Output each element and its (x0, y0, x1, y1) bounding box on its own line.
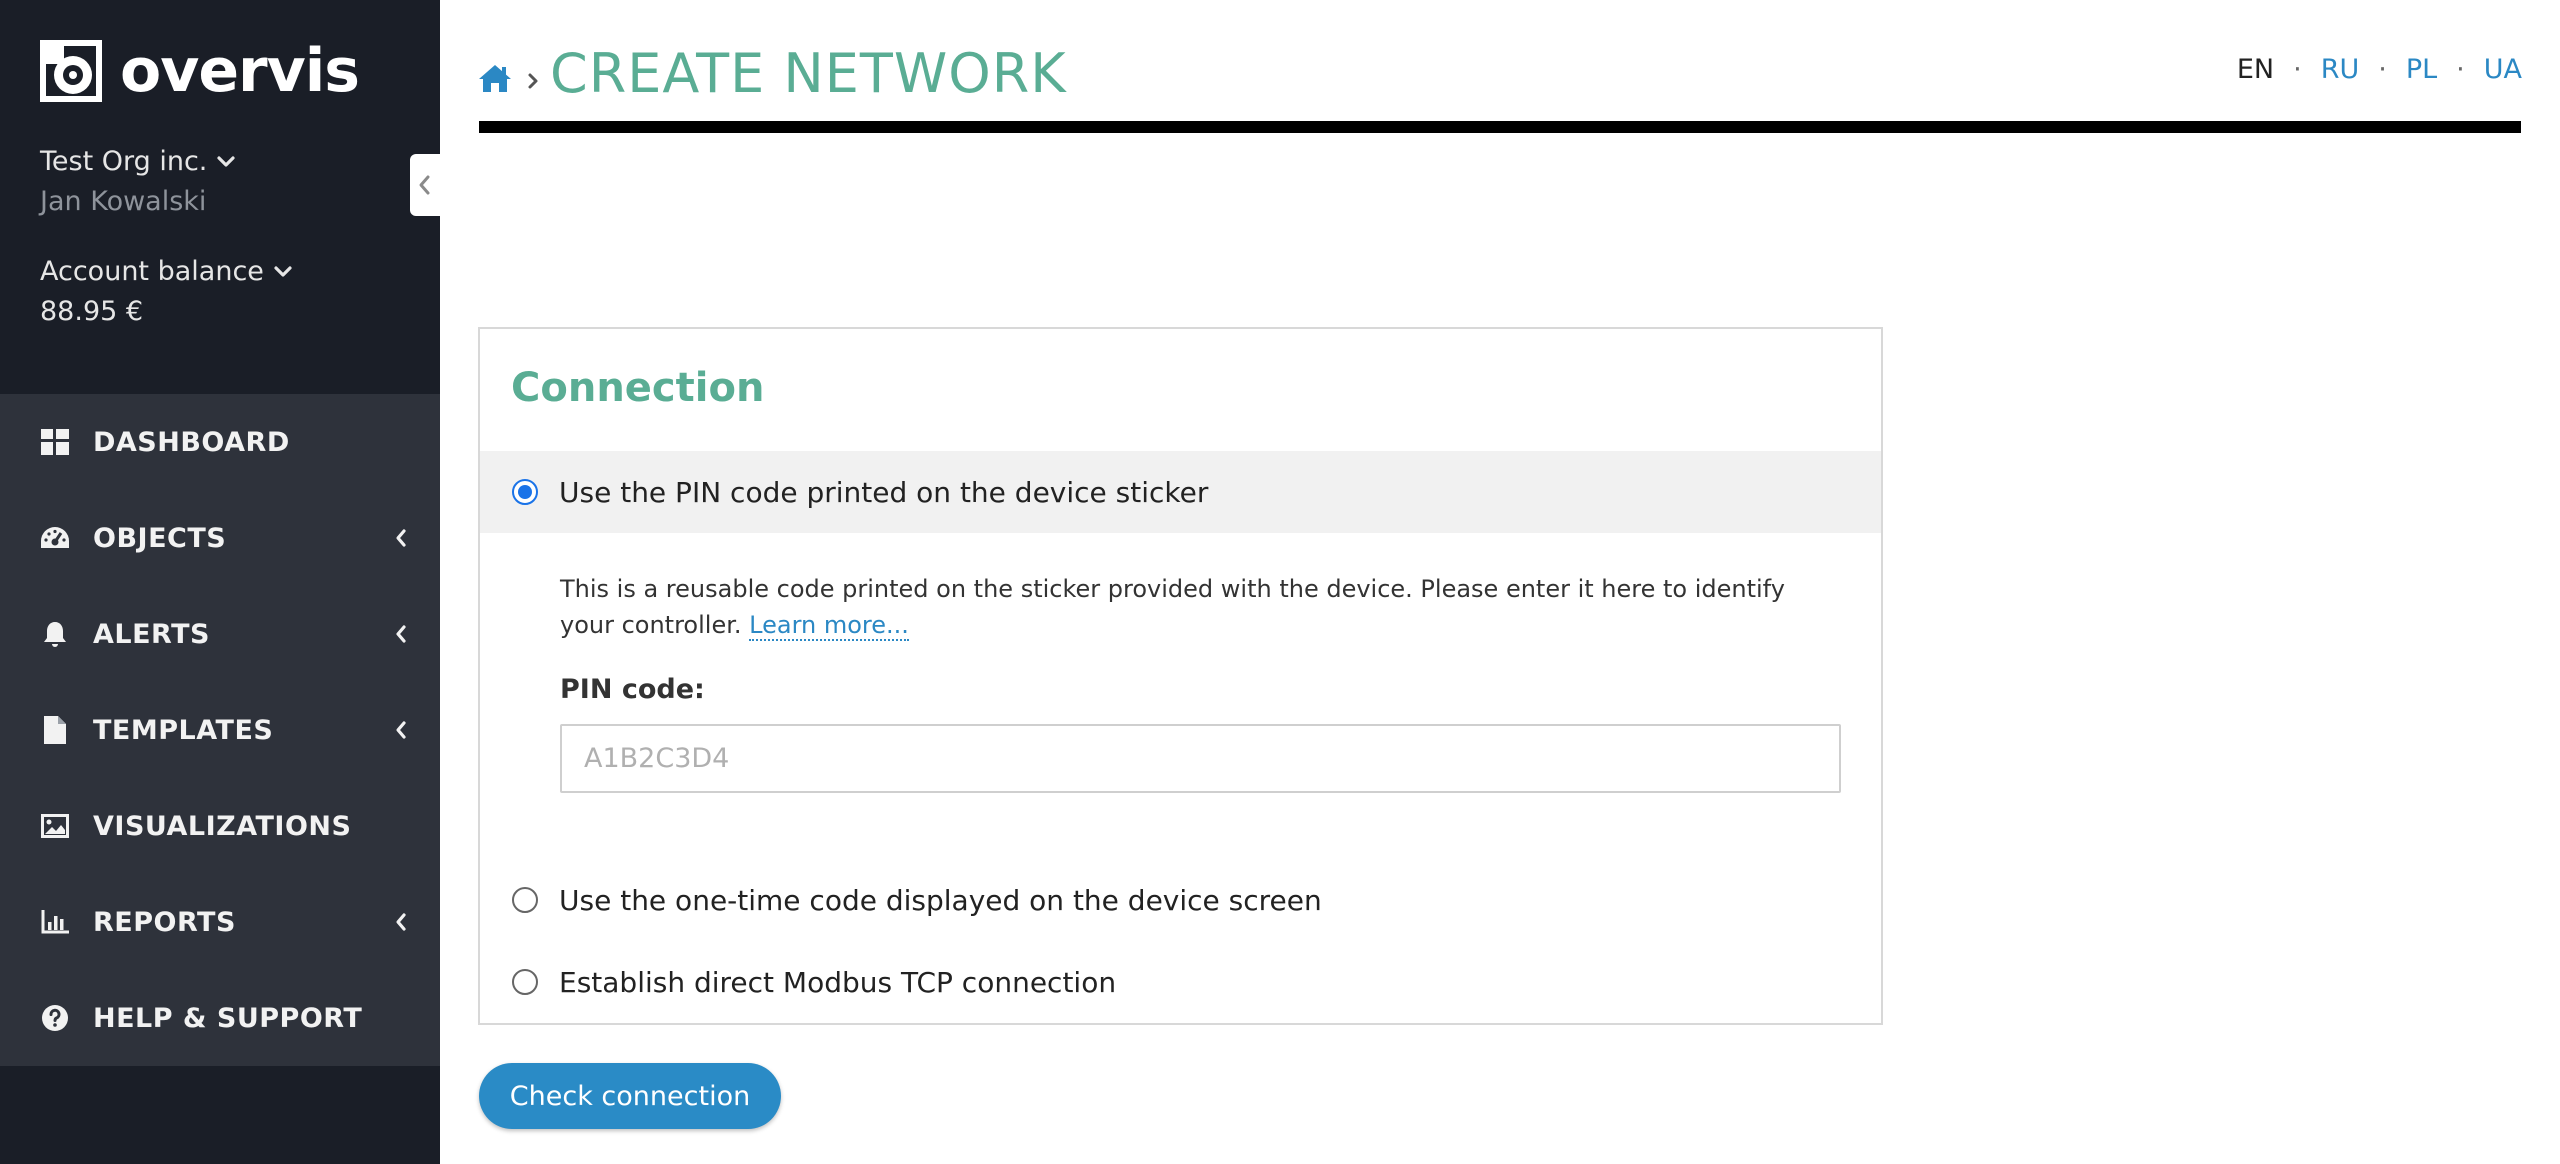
sidebar-item-reports[interactable]: REPORTS (0, 874, 440, 970)
sidebar-item-label: TEMPLATES (93, 714, 274, 746)
sidebar-item-dashboard[interactable]: DASHBOARD (0, 394, 440, 490)
one-time-code-radio[interactable] (512, 887, 538, 913)
connection-option-pin[interactable]: Use the PIN code printed on the device s… (480, 451, 1881, 533)
sidebar-item-label: HELP & SUPPORT (93, 1002, 363, 1034)
pin-code-label: PIN code: (560, 674, 705, 705)
connection-card: Connection Use the PIN code printed on t… (478, 327, 1883, 1025)
logo[interactable]: overvis (40, 36, 360, 106)
language-option-ru[interactable]: RU (2321, 54, 2360, 85)
sidebar-item-label: OBJECTS (93, 522, 227, 554)
file-icon (40, 715, 70, 745)
language-option-pl[interactable]: PL (2406, 54, 2437, 85)
header-divider (479, 121, 2521, 133)
account-balance-value: 88.95 € (40, 296, 144, 327)
pin-description-text: This is a reusable code printed on the s… (560, 575, 1785, 639)
breadcrumb: CREATE NETWORK (478, 38, 1067, 108)
language-option-ua[interactable]: UA (2484, 54, 2522, 85)
bell-icon (40, 619, 70, 649)
dashboard-icon (40, 427, 70, 457)
language-separator: · (2378, 54, 2387, 85)
check-connection-button[interactable]: Check connection (479, 1063, 781, 1129)
chevron-left-icon (396, 913, 406, 931)
language-current: EN (2236, 54, 2275, 85)
image-icon (40, 811, 70, 841)
user-name: Jan Kowalski (40, 186, 207, 217)
sidebar-header: overvis Test Org inc. Jan Kowalski Accou… (0, 0, 440, 394)
chevron-left-icon (396, 721, 406, 739)
chevron-right-icon (528, 73, 538, 89)
sidebar-item-objects[interactable]: OBJECTS (0, 490, 440, 586)
learn-more-link[interactable]: Learn more... (749, 611, 909, 641)
connection-option-one-time[interactable]: Use the one-time code displayed on the d… (480, 859, 1881, 941)
chevron-down-icon (217, 155, 236, 167)
sidebar-item-templates[interactable]: TEMPLATES (0, 682, 440, 778)
sidebar-item-help-support[interactable]: HELP & SUPPORT (0, 970, 440, 1066)
sidebar: overvis Test Org inc. Jan Kowalski Accou… (0, 0, 440, 1164)
connection-option-modbus[interactable]: Establish direct Modbus TCP connection (480, 941, 1881, 1023)
logo-text: overvis (120, 36, 360, 106)
language-separator: · (2456, 54, 2465, 85)
sidebar-item-label: ALERTS (93, 618, 210, 650)
account-balance-toggle[interactable]: Account balance (40, 256, 292, 287)
language-switcher: EN · RU · PL · UA (2237, 54, 2522, 85)
account-balance-label: Account balance (40, 256, 264, 287)
option-label: Establish direct Modbus TCP connection (559, 965, 1117, 999)
sidebar-item-label: DASHBOARD (93, 426, 290, 458)
modbus-tcp-radio[interactable] (512, 969, 538, 995)
pin-code-input[interactable] (560, 724, 1841, 793)
chevron-left-icon (396, 625, 406, 643)
sidebar-item-alerts[interactable]: ALERTS (0, 586, 440, 682)
chevron-left-icon (419, 175, 430, 195)
pin-description: This is a reusable code printed on the s… (560, 571, 1800, 643)
chevron-down-icon (274, 265, 292, 277)
org-selector[interactable]: Test Org inc. (40, 146, 236, 177)
bar-chart-icon (40, 907, 70, 937)
page-title: CREATE NETWORK (550, 41, 1067, 105)
sidebar-item-visualizations[interactable]: VISUALIZATIONS (0, 778, 440, 874)
sidebar-item-label: VISUALIZATIONS (93, 810, 352, 842)
sidebar-collapse-button[interactable] (410, 154, 440, 216)
org-name: Test Org inc. (40, 146, 208, 177)
logo-mark-icon (40, 40, 102, 102)
language-separator: · (2293, 54, 2302, 85)
option-label: Use the one-time code displayed on the d… (559, 883, 1322, 917)
sidebar-nav: DASHBOARD OBJECTS ALERTS TEMPLATES VISUA… (0, 394, 440, 1066)
home-icon[interactable] (478, 63, 512, 93)
gauge-icon (40, 523, 70, 553)
chevron-left-icon (396, 529, 406, 547)
connection-title: Connection (511, 365, 765, 411)
question-circle-icon (40, 1003, 70, 1033)
sidebar-item-label: REPORTS (93, 906, 236, 938)
option-label: Use the PIN code printed on the device s… (559, 475, 1209, 509)
pin-code-radio[interactable] (512, 479, 538, 505)
